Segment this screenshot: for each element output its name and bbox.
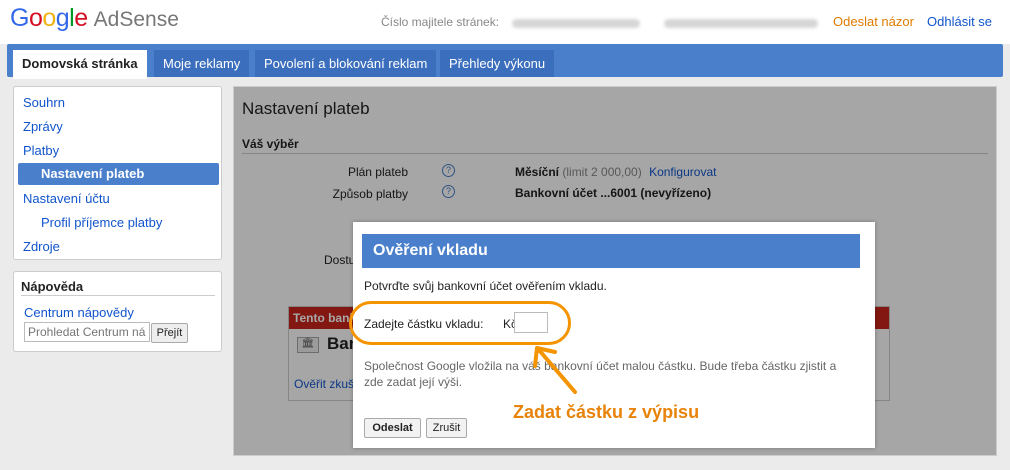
sidebar-item-overview[interactable]: Souhrn xyxy=(14,92,221,114)
logout-link[interactable]: Odhlásit se xyxy=(927,14,992,29)
sidebar-item-resources[interactable]: Zdroje xyxy=(14,236,221,258)
sidebar-item-account-settings[interactable]: Nastavení účtu xyxy=(14,188,221,210)
sidebar-item-payee-profile[interactable]: Profil příjemce platby xyxy=(14,212,221,234)
cancel-button[interactable]: Zrušit xyxy=(426,418,467,438)
dialog-note: Společnost Google vložila na váš bankovn… xyxy=(364,359,837,389)
google-logo-text: Google xyxy=(10,4,88,32)
submit-button[interactable]: Odeslat xyxy=(364,418,421,438)
google-adsense-logo[interactable]: Google AdSense xyxy=(10,4,179,33)
publisher-id-label: Číslo majitele stránek: xyxy=(381,15,500,29)
tab-home[interactable]: Domovská stránka xyxy=(13,50,147,79)
sidebar-item-payment-settings[interactable]: Nastavení plateb xyxy=(18,163,219,185)
annotation-label: Zadat částku z výpisu xyxy=(513,402,700,422)
sidebar-item-messages[interactable]: Zprávy xyxy=(14,116,221,138)
publisher-id-redacted xyxy=(512,19,640,28)
help-title: Nápověda xyxy=(21,279,84,294)
annotation-highlight-oval xyxy=(349,301,571,345)
tab-my-ads[interactable]: Moje reklamy xyxy=(154,50,250,77)
tab-performance-reports[interactable]: Přehledy výkonu xyxy=(440,50,555,77)
sidebar: Souhrn Zprávy Platby Nastavení plateb Na… xyxy=(13,86,222,260)
help-search-input[interactable] xyxy=(24,322,150,342)
help-divider xyxy=(21,295,215,296)
annotation-arrow-icon xyxy=(533,346,577,394)
help-panel: Nápověda Centrum nápovědy Přejít xyxy=(13,271,222,352)
send-feedback-link[interactable]: Odeslat názor xyxy=(833,14,914,29)
dialog-title: Ověření vkladu xyxy=(362,234,860,268)
help-search-button[interactable]: Přejít xyxy=(151,323,188,343)
account-email-redacted xyxy=(664,19,818,28)
tab-allow-block-ads[interactable]: Povolení a blokování reklam xyxy=(255,50,437,77)
header: Google AdSense Číslo majitele stránek: Od… xyxy=(0,0,1010,44)
sidebar-item-payments[interactable]: Platby xyxy=(14,140,221,162)
main-nav: Domovská stránka Moje reklamy Povolení a… xyxy=(7,44,1003,79)
help-center-link[interactable]: Centrum nápovědy xyxy=(24,305,134,320)
dialog-description: Potvrďte svůj bankovní účet ověřením vkl… xyxy=(364,279,607,293)
adsense-logo-text: AdSense xyxy=(93,8,179,31)
